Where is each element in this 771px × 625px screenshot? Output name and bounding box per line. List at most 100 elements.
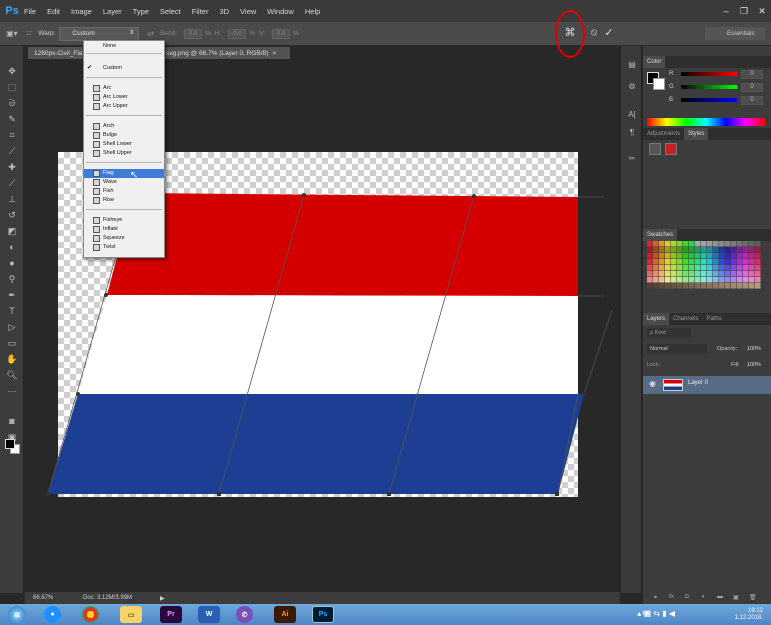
mask-icon[interactable]: ◘ bbox=[685, 594, 689, 600]
color-spectrum[interactable] bbox=[647, 118, 765, 126]
swatch-cell[interactable] bbox=[665, 265, 671, 271]
swatch-cell[interactable] bbox=[755, 265, 761, 271]
warp-option-flag[interactable]: Flag bbox=[84, 169, 164, 178]
swatch-cell[interactable] bbox=[689, 271, 695, 277]
viber-icon[interactable]: ✆ bbox=[236, 606, 253, 623]
swatch-cell[interactable] bbox=[707, 283, 713, 289]
swatch-cell[interactable] bbox=[701, 283, 707, 289]
warp-option-fisheye[interactable]: Fisheye bbox=[84, 216, 164, 225]
swatch-cell[interactable] bbox=[719, 277, 725, 283]
swatch-cell[interactable] bbox=[647, 253, 653, 259]
swatch-cell[interactable] bbox=[683, 277, 689, 283]
swatch-cell[interactable] bbox=[677, 259, 683, 265]
tool-presets-icon[interactable]: ✂ bbox=[625, 154, 639, 166]
swatch-cell[interactable] bbox=[701, 259, 707, 265]
swatch-cell[interactable] bbox=[647, 241, 653, 247]
swatch-cell[interactable] bbox=[653, 271, 659, 277]
properties-panel-icon[interactable]: ⚙ bbox=[625, 82, 639, 94]
swatch-cell[interactable] bbox=[677, 247, 683, 253]
swatch-cell[interactable] bbox=[653, 265, 659, 271]
swatch-cell[interactable] bbox=[737, 259, 743, 265]
warp-option-twist[interactable]: Twist bbox=[84, 243, 164, 252]
swatch-cell[interactable] bbox=[683, 253, 689, 259]
swatch-cell[interactable] bbox=[713, 277, 719, 283]
swatch-cell[interactable] bbox=[683, 241, 689, 247]
tab-styles[interactable]: Styles bbox=[684, 128, 709, 140]
swatch-cell[interactable] bbox=[665, 247, 671, 253]
layer-filter-kind[interactable]: ρ Kind bbox=[647, 328, 691, 338]
swatch-cell[interactable] bbox=[749, 253, 755, 259]
swatch-cell[interactable] bbox=[689, 259, 695, 265]
swatch-cell[interactable] bbox=[731, 259, 737, 265]
tab-channels[interactable]: Channels bbox=[669, 313, 702, 325]
warp-option-arc-lower[interactable]: Arc Lower bbox=[84, 93, 164, 102]
warp-option-fish[interactable]: Fish bbox=[84, 187, 164, 196]
chrome-icon[interactable] bbox=[82, 606, 99, 623]
layer-name[interactable]: Layer 0 bbox=[688, 380, 708, 386]
swatch-cell[interactable] bbox=[719, 265, 725, 271]
warp-option-bulge[interactable]: Bulge bbox=[84, 131, 164, 140]
swatch-cell[interactable] bbox=[713, 271, 719, 277]
swatch-cell[interactable] bbox=[713, 283, 719, 289]
swatch-cell[interactable] bbox=[713, 253, 719, 259]
swatch-cell[interactable] bbox=[659, 271, 665, 277]
layer-row[interactable]: ◉ Layer 0 bbox=[643, 376, 771, 394]
swatch-cell[interactable] bbox=[713, 265, 719, 271]
opacity-value[interactable]: 100% bbox=[747, 346, 761, 352]
swatch-cell[interactable] bbox=[647, 259, 653, 265]
swatch-cell[interactable] bbox=[737, 265, 743, 271]
warp-option-inflate[interactable]: Inflate bbox=[84, 225, 164, 234]
group-icon[interactable]: ▬ bbox=[717, 594, 723, 600]
swatch-cell[interactable] bbox=[689, 265, 695, 271]
color-g-slider[interactable] bbox=[681, 85, 737, 89]
swatch-cell[interactable] bbox=[725, 247, 731, 253]
swatch-cell[interactable] bbox=[659, 283, 665, 289]
swatch-cell[interactable] bbox=[713, 247, 719, 253]
swatch-cell[interactable] bbox=[671, 265, 677, 271]
warp-option-arch[interactable]: Arch bbox=[84, 122, 164, 131]
color-b-slider[interactable] bbox=[681, 98, 737, 102]
swatch-cell[interactable] bbox=[719, 271, 725, 277]
swatch-cell[interactable] bbox=[707, 247, 713, 253]
swatch-cell[interactable] bbox=[725, 271, 731, 277]
swatch-cell[interactable] bbox=[725, 259, 731, 265]
swatch-cell[interactable] bbox=[683, 259, 689, 265]
swatch-cell[interactable] bbox=[647, 265, 653, 271]
style-swatch-none[interactable] bbox=[649, 143, 661, 155]
swatch-cell[interactable] bbox=[683, 271, 689, 277]
tab-paths[interactable]: Paths bbox=[702, 313, 725, 325]
swatch-cell[interactable] bbox=[695, 259, 701, 265]
swatch-cell[interactable] bbox=[659, 253, 665, 259]
swatch-cell[interactable] bbox=[671, 241, 677, 247]
swatch-cell[interactable] bbox=[743, 265, 749, 271]
swatch-cell[interactable] bbox=[749, 283, 755, 289]
eye-icon[interactable]: ◉ bbox=[649, 379, 656, 388]
swatch-cell[interactable] bbox=[671, 259, 677, 265]
swatch-cell[interactable] bbox=[725, 253, 731, 259]
swatch-cell[interactable] bbox=[695, 277, 701, 283]
swatch-cell[interactable] bbox=[731, 277, 737, 283]
swatch-cell[interactable] bbox=[737, 247, 743, 253]
swatch-cell[interactable] bbox=[743, 247, 749, 253]
swatch-cell[interactable] bbox=[755, 259, 761, 265]
status-menu-arrow-icon[interactable]: ▶ bbox=[160, 595, 165, 602]
swatch-cell[interactable] bbox=[725, 265, 731, 271]
warp-option-none[interactable]: None bbox=[84, 42, 164, 51]
warp-option-wave[interactable]: Wave bbox=[84, 178, 164, 187]
swatch-cell[interactable] bbox=[725, 283, 731, 289]
swatch-cell[interactable] bbox=[743, 253, 749, 259]
file-explorer-icon[interactable]: ▭ bbox=[120, 606, 142, 623]
swatch-cell[interactable] bbox=[725, 277, 731, 283]
swatch-cell[interactable] bbox=[755, 253, 761, 259]
swatch-cell[interactable] bbox=[743, 241, 749, 247]
swatch-cell[interactable] bbox=[737, 271, 743, 277]
tab-adjustments[interactable]: Adjustments bbox=[643, 128, 684, 140]
swatch-cell[interactable] bbox=[695, 241, 701, 247]
photoshop-taskbar-icon[interactable]: Ps bbox=[312, 606, 334, 623]
swatch-cell[interactable] bbox=[701, 241, 707, 247]
swatch-cell[interactable] bbox=[725, 241, 731, 247]
swatch-cell[interactable] bbox=[707, 271, 713, 277]
chat-app-icon[interactable]: ● bbox=[44, 606, 61, 623]
swatch-cell[interactable] bbox=[659, 265, 665, 271]
minimize-icon[interactable]: – bbox=[717, 0, 735, 22]
